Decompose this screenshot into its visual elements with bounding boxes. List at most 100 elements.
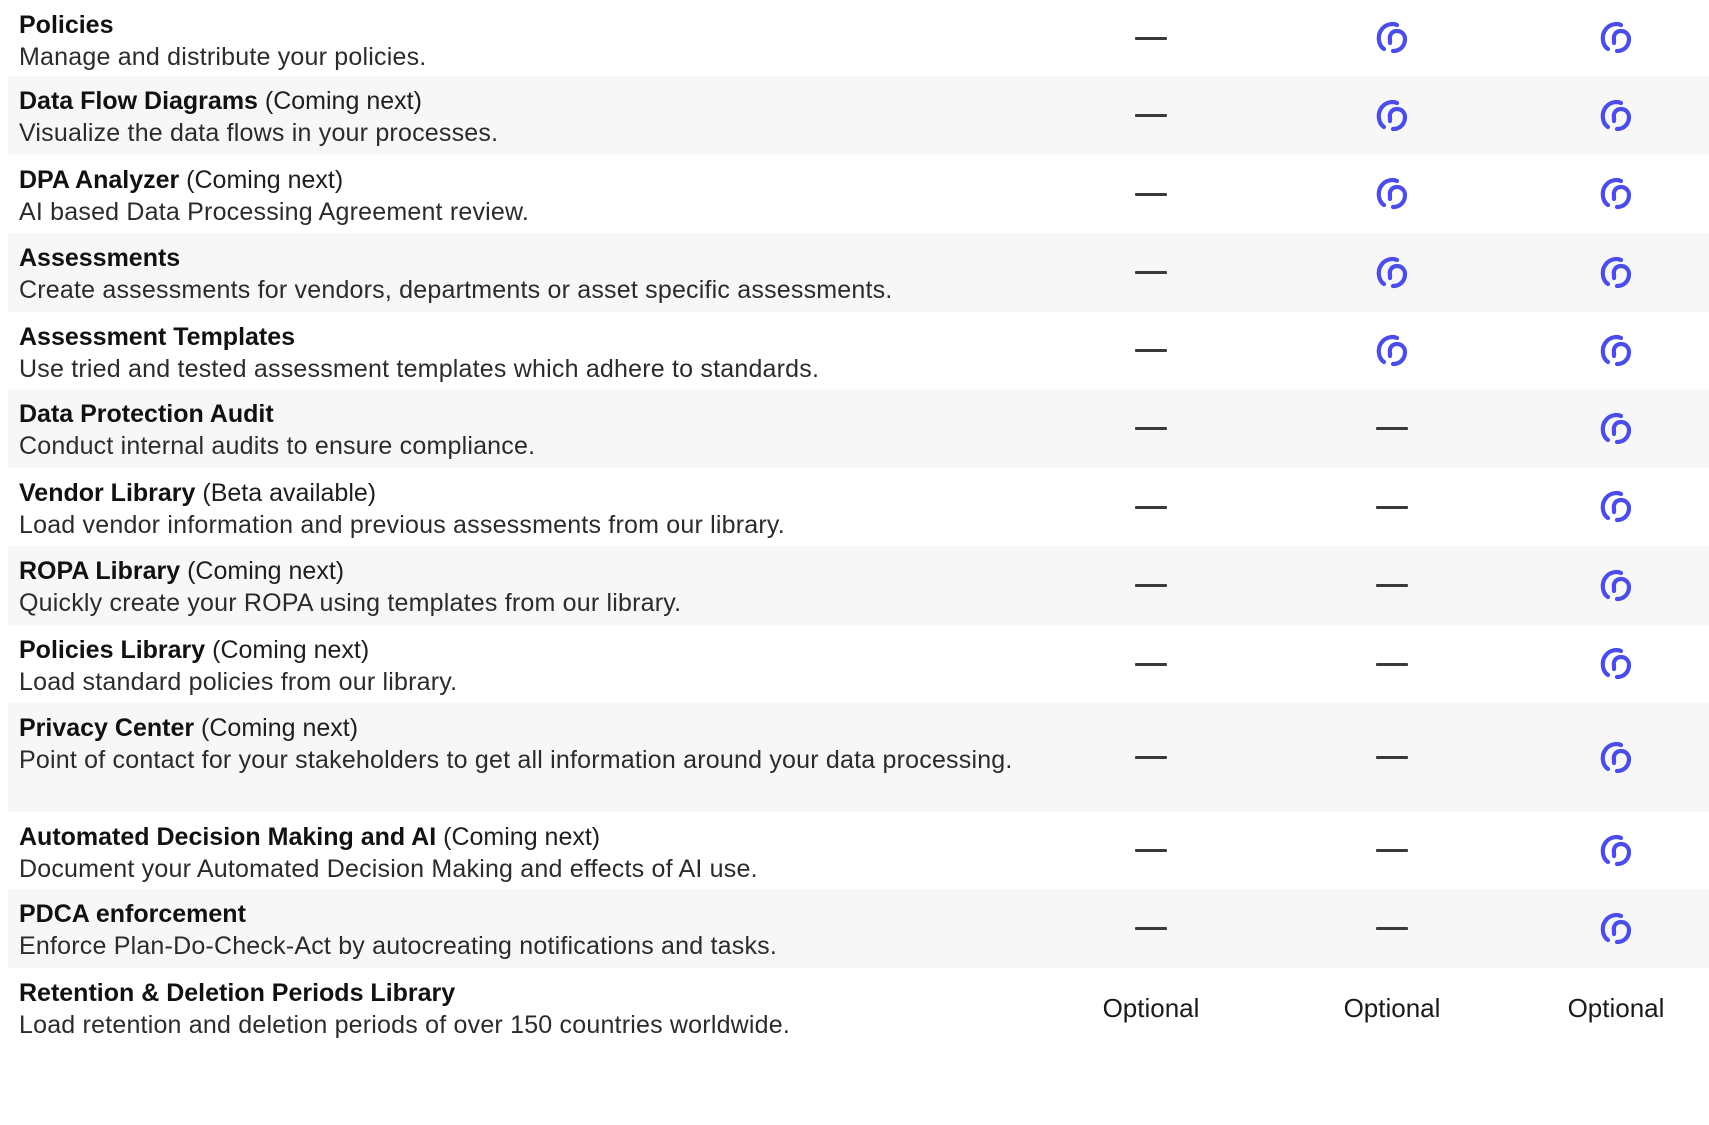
plan-cell-2 <box>1302 546 1482 625</box>
feature-title: Retention & Deletion Periods Library <box>19 979 456 1007</box>
table-row: Policies Library (Coming next) Load stand… <box>8 625 1709 703</box>
dash-icon <box>1135 505 1167 509</box>
feature-cell: PDCA enforcement Enforce Plan-Do-Check-Ac… <box>19 898 1019 962</box>
table-row: Data Protection Audit Conduct internal au… <box>8 389 1709 468</box>
plan-cell-1 <box>1061 625 1241 703</box>
feature-description: Load retention and deletion periods of o… <box>19 1011 791 1039</box>
included-logo-icon <box>1596 738 1636 778</box>
plan-cell-1 <box>1061 546 1241 625</box>
plan-cell-2 <box>1302 0 1482 76</box>
feature-status-note: (Coming next) <box>257 87 422 115</box>
feature-cell: Retention & Deletion Periods Library Load… <box>19 977 1019 1041</box>
plan-cell-3 <box>1526 546 1706 625</box>
dash-icon <box>1376 927 1408 930</box>
dash-icon <box>1135 271 1167 274</box>
dash-icon <box>1135 192 1167 196</box>
dash-icon <box>1135 114 1167 117</box>
feature-title-line: Data Protection Audit <box>19 398 1019 430</box>
included-logo-icon <box>1596 644 1636 684</box>
plan-cell-2 <box>1302 76 1482 155</box>
feature-status-note: (Coming next) <box>179 166 344 194</box>
feature-title: Vendor Library <box>19 479 196 507</box>
included-logo-icon <box>1596 487 1636 527</box>
plan-cell-1 <box>1061 389 1241 468</box>
dash-icon <box>1376 662 1408 666</box>
feature-cell: Data Flow Diagrams (Coming next) Visualiz… <box>19 85 1019 149</box>
plan-cell-2 <box>1302 889 1482 968</box>
plan-cell-1 <box>1061 76 1241 155</box>
plan-cell-2 <box>1302 468 1482 546</box>
table-row: Assessment Templates Use tried and tested… <box>8 312 1709 389</box>
plan-cell-3 <box>1526 889 1706 968</box>
feature-cell: Vendor Library (Beta available) Load vend… <box>19 477 1019 541</box>
dash-icon <box>1135 756 1167 759</box>
included-logo-icon <box>1596 18 1636 58</box>
plan-cell-3 <box>1526 625 1706 703</box>
plan-cell-2 <box>1302 389 1482 468</box>
plan-cell-3 <box>1526 0 1706 76</box>
plan-cell-2 <box>1302 312 1482 389</box>
feature-cell: Assessments Create assessments for vendor… <box>19 242 1019 306</box>
dash-icon <box>1135 662 1167 666</box>
feature-description: AI based Data Processing Agreement revie… <box>19 198 530 226</box>
plan-cell-2 <box>1302 703 1482 812</box>
feature-status-note: (Coming next) <box>436 823 601 851</box>
dash-icon <box>1135 927 1167 930</box>
table-row: DPA Analyzer (Coming next) AI based Data … <box>8 155 1709 233</box>
dash-icon <box>1376 427 1408 430</box>
included-logo-icon <box>1596 253 1636 293</box>
plan-cell-3 <box>1526 155 1706 233</box>
feature-description: Enforce Plan-Do-Check-Act by autocreatin… <box>19 932 778 960</box>
feature-title: Policies Library <box>19 636 206 664</box>
feature-title-line: Policies Library (Coming next) <box>19 634 1019 666</box>
feature-title: Data Flow Diagrams <box>19 87 258 115</box>
feature-title-line: DPA Analyzer (Coming next) <box>19 164 1019 196</box>
table-row: Data Flow Diagrams (Coming next) Visualiz… <box>8 76 1709 155</box>
included-logo-icon <box>1596 96 1636 136</box>
optional-label: Optional <box>1567 992 1665 1023</box>
feature-status-note: (Beta available) <box>195 479 377 507</box>
feature-cell: DPA Analyzer (Coming next) AI based Data … <box>19 164 1019 228</box>
feature-title: PDCA enforcement <box>19 900 246 928</box>
feature-cell: ROPA Library (Coming next) Quickly create… <box>19 555 1019 619</box>
feature-title-line: Retention & Deletion Periods Library <box>19 977 1019 1009</box>
feature-title: Data Protection Audit <box>19 400 274 428</box>
feature-title-line: Assessment Templates <box>19 321 1019 353</box>
plan-cell-1 <box>1061 0 1241 76</box>
plan-cell-3: Optional <box>1526 968 1706 1048</box>
dash-icon <box>1135 349 1167 352</box>
feature-status-note: (Coming next) <box>180 557 345 585</box>
plan-cell-2 <box>1302 625 1482 703</box>
plan-cell-3 <box>1526 389 1706 468</box>
feature-cell: Assessment Templates Use tried and tested… <box>19 321 1019 385</box>
plan-cell-1: Optional <box>1061 968 1241 1048</box>
feature-title: Automated Decision Making and AI <box>19 823 437 851</box>
feature-cell: Policies Library (Coming next) Load stand… <box>19 634 1019 698</box>
plan-cell-1 <box>1061 155 1241 233</box>
table-row: PDCA enforcement Enforce Plan-Do-Check-Ac… <box>8 889 1709 968</box>
feature-description: Create assessments for vendors, departme… <box>19 276 893 304</box>
table-row: Retention & Deletion Periods Library Load… <box>8 968 1709 1048</box>
plan-cell-1 <box>1061 233 1241 312</box>
feature-description: Manage and distribute your policies. <box>19 43 427 71</box>
feature-comparison-table: Policies Manage and distribute your polic… <box>0 0 1709 1048</box>
feature-title-line: Data Flow Diagrams (Coming next) <box>19 85 1019 117</box>
feature-description: Use tried and tested assessment template… <box>19 355 820 383</box>
plan-cell-1 <box>1061 468 1241 546</box>
plan-cell-1 <box>1061 703 1241 812</box>
feature-title: Assessments <box>19 244 181 272</box>
included-logo-icon <box>1372 18 1412 58</box>
plan-cell-3 <box>1526 76 1706 155</box>
feature-title: ROPA Library <box>19 557 181 585</box>
included-logo-icon <box>1372 96 1412 136</box>
plan-cell-3 <box>1526 233 1706 312</box>
feature-description: Visualize the data flows in your process… <box>19 119 499 147</box>
included-logo-icon <box>1596 331 1636 371</box>
feature-cell: Privacy Center (Coming next) Point of con… <box>19 712 1019 776</box>
plan-cell-2 <box>1302 233 1482 312</box>
included-logo-icon <box>1596 831 1636 871</box>
included-logo-icon <box>1372 253 1412 293</box>
plan-cell-1 <box>1061 312 1241 389</box>
feature-description: Document your Automated Decision Making … <box>19 855 758 883</box>
table-row: Assessments Create assessments for vendor… <box>8 233 1709 312</box>
